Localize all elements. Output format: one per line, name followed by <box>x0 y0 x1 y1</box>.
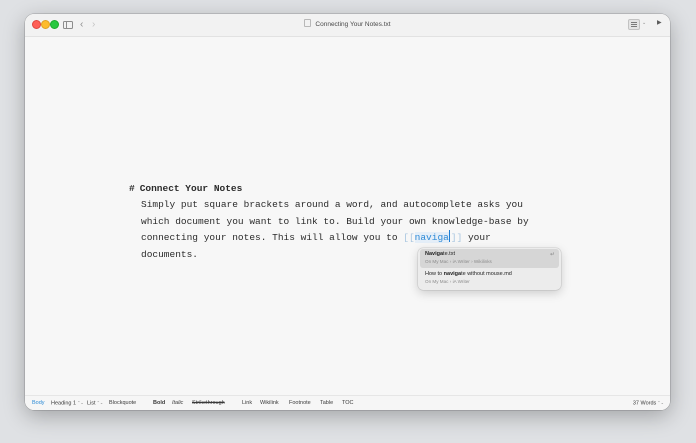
autocomplete-popup: Navigate.txt On My Mac › iA Writer › Wik… <box>418 248 561 290</box>
autocomplete-item[interactable]: How to navigate without mouse.md On My M… <box>420 269 559 288</box>
word-count-button[interactable]: 37 Words⌃⌄ <box>633 396 664 410</box>
rest-text: te without mouse.md <box>461 271 512 277</box>
body-style-button[interactable]: Body <box>32 396 45 410</box>
strikethrough-button[interactable]: Strikethrough <box>192 396 225 410</box>
paragraph-line: Simply put square brackets around a word… <box>141 199 523 210</box>
italic-button[interactable]: Italic <box>172 396 183 410</box>
heading-marker: # <box>129 183 135 194</box>
app-window: ‹ › Connecting Your Notes.txt ⌄ ▶ # Conne… <box>25 14 670 410</box>
prefix-text: How to <box>425 271 444 277</box>
document-file-icon <box>304 19 312 27</box>
return-icon: ↵ <box>549 252 555 258</box>
paragraph-line: connecting your notes. This will allow y… <box>141 230 491 247</box>
toc-button[interactable]: TOC <box>342 396 354 410</box>
heading-text: Connect Your Notes <box>139 183 243 194</box>
title-bar: ‹ › Connecting Your Notes.txt ⌄ ▶ <box>25 14 670 37</box>
wikilink-button[interactable]: Wikilink <box>260 396 279 410</box>
paragraph-line: which document you want to link to. Buil… <box>141 215 529 227</box>
footnote-button[interactable]: Footnote <box>289 396 311 410</box>
format-bar: Body Heading 1⌃⌄ List⌃⌄ Blockquote Bold … <box>25 395 670 410</box>
match-text: naviga <box>443 271 462 277</box>
preview-line-icon <box>631 22 637 23</box>
autocomplete-item-path: On My Mac › iA Writer <box>425 279 470 284</box>
chevron-down-icon[interactable]: ⌄ <box>642 19 646 28</box>
chevron-updown-icon: ⌃⌄ <box>657 400 664 405</box>
autocomplete-item[interactable]: Navigate.txt On My Mac › iA Writer › Wik… <box>420 249 559 268</box>
autocomplete-item-title: How to navigate without mouse.md <box>425 271 512 277</box>
link-button[interactable]: Link <box>242 396 252 410</box>
list-style-button[interactable]: List⌃⌄ <box>87 396 103 410</box>
wikilink-open-bracket: [[ <box>403 232 415 243</box>
preview-toggle-button[interactable] <box>628 19 640 30</box>
list-style-label: List <box>87 400 96 407</box>
document-title: Connecting Your Notes.txt <box>25 14 670 36</box>
heading-style-button[interactable]: Heading 1⌃⌄ <box>51 396 84 410</box>
autocomplete-item-path: On My Mac › iA Writer › Wikilinks <box>425 259 492 264</box>
preview-line-icon <box>631 24 637 25</box>
heading-line: # Connect Your Notes <box>129 181 242 197</box>
text-editor[interactable]: # Connect Your Notes Simply put square br… <box>25 37 670 396</box>
chevron-updown-icon: ⌃⌄ <box>96 400 104 405</box>
table-button[interactable]: Table <box>320 396 333 410</box>
play-icon[interactable]: ▶ <box>657 19 662 28</box>
word-count-label: 37 Words <box>632 400 657 407</box>
paragraph-text: your <box>462 232 491 243</box>
wikilink-close-bracket: ]] <box>450 232 463 243</box>
autocomplete-item-title: Navigate.txt <box>425 251 455 257</box>
paragraph-line: documents. <box>141 248 199 260</box>
rest-text: te.txt <box>443 251 455 257</box>
blockquote-button[interactable]: Blockquote <box>109 396 136 410</box>
bold-button[interactable]: Bold <box>153 396 165 410</box>
heading-style-label: Heading 1 <box>51 400 77 407</box>
preview-line-icon <box>631 26 637 27</box>
chevron-updown-icon: ⌃⌄ <box>77 400 84 405</box>
wikilink-query: naviga <box>414 232 449 243</box>
paragraph-text: connecting your notes. This will allow y… <box>141 232 404 243</box>
document-title-text: Connecting Your Notes.txt <box>315 21 391 28</box>
match-text: Naviga <box>425 251 444 257</box>
